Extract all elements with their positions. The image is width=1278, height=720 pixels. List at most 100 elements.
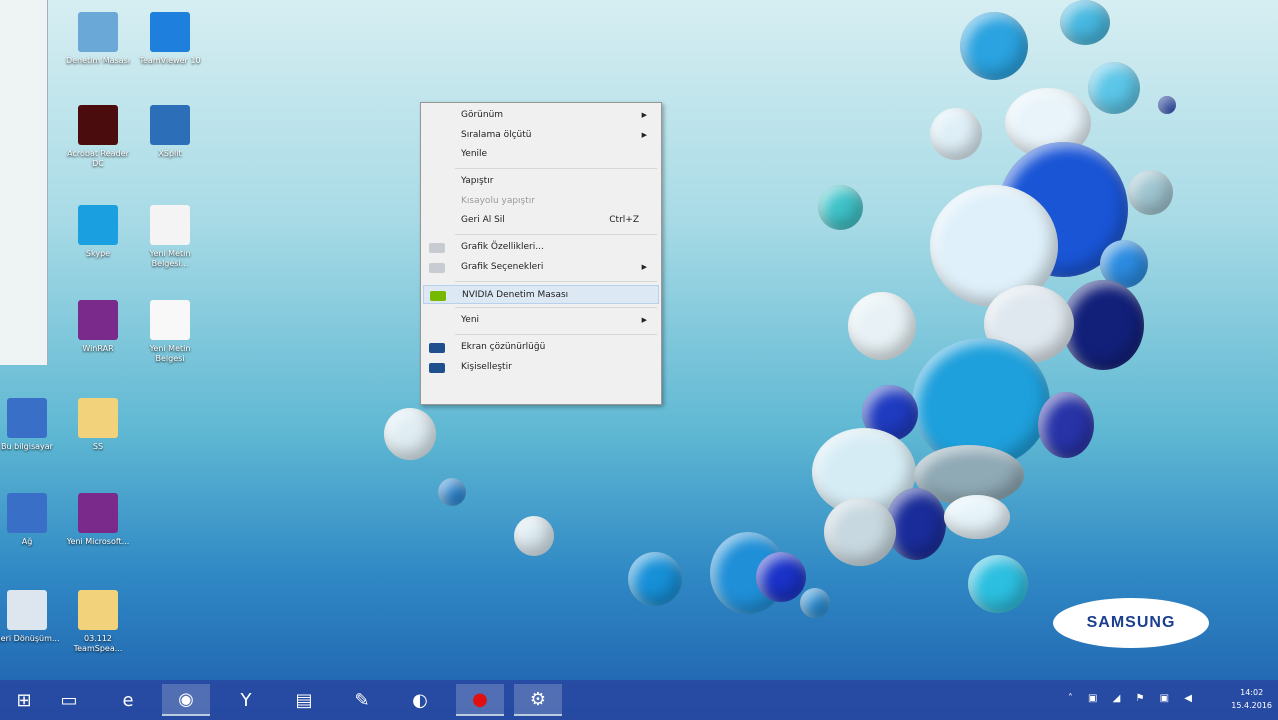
desktop-icon[interactable]: TeamViewer 10: [135, 12, 205, 66]
desktop-icon-label: SS: [92, 442, 104, 451]
personalize-icon: [429, 362, 445, 373]
intel-graphics-icon: [429, 262, 445, 273]
menu-item[interactable]: Yapıştır: [423, 172, 659, 192]
menu-item[interactable]: Ekran çözünürlüğü: [423, 338, 659, 358]
app-icon: [78, 398, 118, 438]
menu-item[interactable]: Yeni ▶: [423, 311, 659, 331]
desktop-icon[interactable]: Yeni Metin Belgesi...: [135, 205, 205, 269]
teamspeak-icon: ◐: [412, 689, 428, 711]
menu-item-label: Grafik Seçenekleri: [461, 261, 544, 272]
app-icon: [150, 300, 190, 340]
menu-item-label: Grafik Özellikleri...: [461, 242, 544, 253]
menu-item-label: NVIDIA Denetim Masası: [462, 289, 569, 300]
desktop-icon-label: Skype: [85, 249, 111, 258]
menu-item[interactable]: Görünüm ▶: [423, 106, 659, 126]
menu-item-label: Geri Al Sil: [461, 215, 505, 226]
desktop-icon[interactable]: 03.112 TeamSpea...: [63, 590, 133, 654]
menu-item-label: Yapıştır: [461, 176, 494, 187]
clock[interactable]: 14:02 15.4.2016: [1231, 686, 1272, 712]
desktop-icon[interactable]: Denetim Masası: [63, 12, 133, 66]
menu-separator: [455, 168, 657, 170]
display-icon: [429, 342, 445, 353]
app-icon: [78, 205, 118, 245]
desktop-icon[interactable]: Yeni Microsoft...: [63, 493, 133, 547]
taskbar-recorder-button[interactable]: ●: [456, 684, 504, 716]
submenu-arrow-icon: ▶: [641, 111, 647, 119]
internet-explorer-icon: e: [122, 689, 134, 711]
app-icon: [7, 590, 47, 630]
menu-item[interactable]: Grafik Özellikleri...: [423, 238, 659, 258]
yandex-icon: Y: [240, 689, 252, 711]
intel-graphics-icon: [429, 243, 445, 254]
desktop-icon[interactable]: Bu bilgisayar: [0, 398, 62, 452]
desktop-icon-label: XSplit: [158, 149, 182, 158]
settings-app-icon: ⚙: [529, 688, 547, 710]
menu-item[interactable]: Sıralama ölçütü ▶: [423, 126, 659, 146]
desktop-icon[interactable]: XSplit: [135, 105, 205, 159]
menu-item-label: Kişiselleştir: [461, 361, 512, 372]
clock-date: 15.4.2016: [1231, 701, 1272, 710]
taskbar-teamspeak-button[interactable]: ◐: [396, 684, 444, 716]
menu-item-label: Sıralama ölçütü: [461, 129, 532, 140]
paint-icon: ✎: [354, 689, 370, 711]
app-icon: [150, 205, 190, 245]
taskbar-internet-explorer-button[interactable]: e: [104, 684, 152, 716]
desktop-icon-label: Yeni Microsoft...: [66, 537, 130, 546]
taskbar-paint-button[interactable]: ✎: [338, 684, 386, 716]
desktop-icon-label: Bu bilgisayar: [1, 442, 53, 451]
menu-separator: [455, 280, 657, 282]
app-icon: [78, 105, 118, 145]
submenu-arrow-icon: ▶: [641, 262, 647, 271]
file-explorer-icon: ▤: [295, 689, 313, 711]
menu-item[interactable]: Grafik Seçenekleri ▶: [423, 258, 659, 278]
app-icon: [78, 300, 118, 340]
submenu-arrow-icon: ▶: [641, 316, 647, 325]
submenu-arrow-icon: ▶: [641, 130, 647, 139]
desktop-icon[interactable]: WinRAR: [63, 300, 133, 354]
app-icon: [150, 105, 190, 145]
desktop-icon-label: Geri Dönüşüm...: [0, 634, 60, 643]
app-icon: [78, 12, 118, 52]
menu-item[interactable]: NVIDIA Denetim Masası: [423, 284, 659, 305]
samsung-logo: SAMSUNG: [1053, 598, 1209, 648]
desktop-icon[interactable]: Geri Dönüşüm...: [0, 590, 62, 644]
taskbar-desktop-button[interactable]: ▭: [45, 684, 93, 716]
partial-window[interactable]: [0, 0, 48, 365]
chrome-icon: ◉: [178, 688, 194, 710]
taskbar-settings-app-button[interactable]: ⚙: [514, 684, 562, 716]
taskbar: ⊞ ▭ e ◉ Y ▤ ✎ ◐ ● ⚙ ˄ ▣ ◢ ⚑ ▣ ◀ 14:02 15.4.2016: [0, 680, 1278, 720]
nvidia-icon: [430, 290, 446, 301]
clock-time: 14:02: [1240, 688, 1264, 697]
desktop-icon-label: Yeni Metin Belgesi: [149, 344, 191, 363]
taskbar-yandex-button[interactable]: Y: [222, 684, 270, 716]
desktop-icon[interactable]: Yeni Metin Belgesi: [135, 300, 205, 364]
menu-item[interactable]: Yenile: [423, 145, 659, 165]
desktop-context-menu: Görünüm ▶ Sıralama ölçütü ▶ Yenile Yapıştır Kı…: [420, 102, 662, 405]
menu-item-label: Görünüm: [461, 110, 504, 120]
start-icon: ⊞: [16, 689, 32, 711]
desktop-icon[interactable]: Acrobat Reader DC: [63, 105, 133, 169]
desktop-icon[interactable]: SS: [63, 398, 133, 452]
menu-item-label: Ekran çözünürlüğü: [461, 341, 546, 352]
menu-item[interactable]: Kısayolu yapıştır: [423, 192, 659, 212]
menu-item[interactable]: Kişiselleştir: [423, 358, 659, 378]
menu-separator: [455, 307, 657, 309]
app-icon: [7, 493, 47, 533]
menu-separator: [455, 333, 657, 335]
desktop-icon-label: WinRAR: [82, 344, 114, 353]
taskbar-file-explorer-button[interactable]: ▤: [280, 684, 328, 716]
menu-item-label: Kısayolu yapıştır: [461, 195, 535, 206]
taskbar-start-button[interactable]: ⊞: [0, 684, 48, 716]
desktop-icon-label: Denetim Masası: [65, 56, 131, 65]
system-tray[interactable]: ˄ ▣ ◢ ⚑ ▣ ◀: [1068, 693, 1198, 704]
desktop-icon-label: 03.112 TeamSpea...: [73, 634, 123, 653]
desktop-icon[interactable]: Ağ: [0, 493, 62, 547]
menu-item[interactable]: Geri Al Sil Ctrl+Z: [423, 211, 659, 231]
recorder-icon: ●: [472, 688, 488, 710]
app-icon: [78, 493, 118, 533]
taskbar-chrome-button[interactable]: ◉: [162, 684, 210, 716]
menu-item-label: Yenile: [461, 149, 488, 160]
app-icon: [78, 590, 118, 630]
desktop-icon[interactable]: Skype: [63, 205, 133, 259]
app-icon: [150, 12, 190, 52]
